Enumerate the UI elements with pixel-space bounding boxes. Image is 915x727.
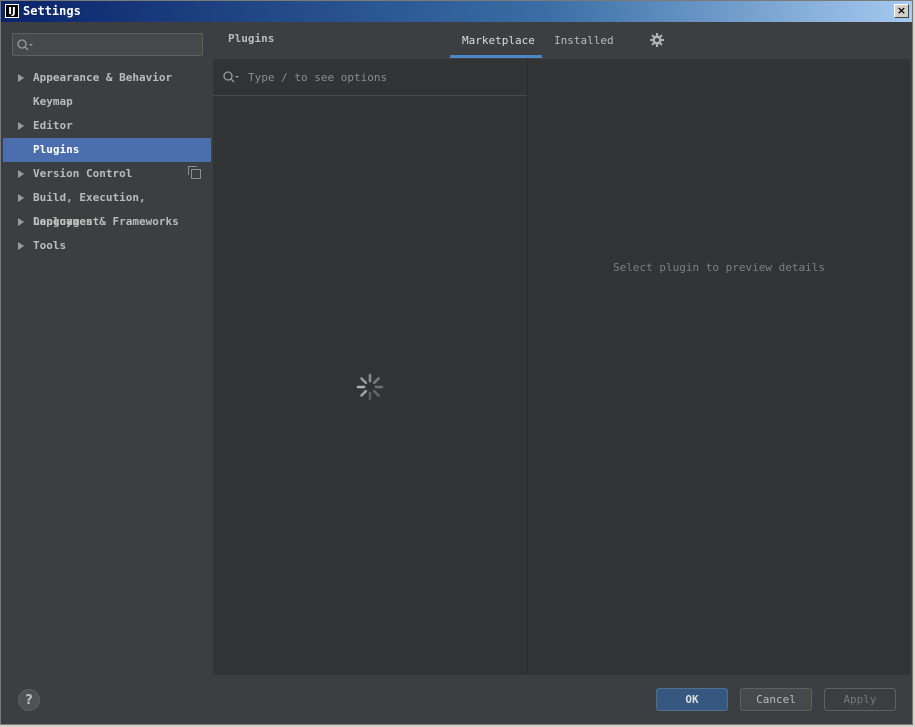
settings-sidebar: Appearance & Behavior Keymap Editor Plug… bbox=[3, 24, 211, 675]
plugin-detail-panel: Select plugin to preview details bbox=[528, 59, 910, 675]
sidebar-item-label: Keymap bbox=[33, 95, 73, 108]
sidebar-item-plugins[interactable]: Plugins bbox=[3, 138, 211, 162]
dialog-footer: ? OK Cancel Apply bbox=[3, 675, 910, 722]
sidebar-item-label: Languages & Frameworks bbox=[33, 215, 179, 228]
plugins-header: Plugins Marketplace Installed bbox=[213, 24, 910, 60]
sidebar-item-languages-frameworks[interactable]: Languages & Frameworks bbox=[3, 210, 211, 234]
page-title: Plugins bbox=[228, 32, 275, 45]
gear-icon[interactable] bbox=[650, 33, 664, 47]
sidebar-item-label: Tools bbox=[33, 239, 67, 252]
sidebar-item-appearance-behavior[interactable]: Appearance & Behavior bbox=[3, 66, 211, 90]
plugin-search-input[interactable]: Type / to see options bbox=[213, 59, 527, 96]
tab-marketplace[interactable]: Marketplace bbox=[462, 34, 535, 47]
close-button[interactable]: × bbox=[894, 4, 909, 18]
window-title: Settings bbox=[23, 4, 81, 18]
expand-arrow-icon[interactable] bbox=[18, 170, 24, 178]
expand-arrow-icon[interactable] bbox=[18, 218, 24, 226]
sidebar-item-label: Editor bbox=[33, 119, 73, 132]
sidebar-item-build-execution-deployment[interactable]: Build, Execution, Deployment bbox=[3, 186, 211, 228]
plugins-page: Plugins Marketplace Installed Type / to … bbox=[213, 24, 910, 675]
expand-arrow-icon[interactable] bbox=[18, 194, 24, 202]
search-icon bbox=[17, 39, 33, 51]
settings-tree: Appearance & Behavior Keymap Editor Plug… bbox=[3, 66, 211, 258]
expand-arrow-icon[interactable] bbox=[18, 122, 24, 130]
sidebar-search-input[interactable] bbox=[12, 33, 203, 56]
expand-arrow-icon[interactable] bbox=[18, 74, 24, 82]
title-bar[interactable]: IJ Settings × bbox=[1, 1, 912, 22]
sidebar-item-tools[interactable]: Tools bbox=[3, 234, 211, 258]
plugin-list-panel: Type / to see options bbox=[213, 59, 528, 675]
ok-button[interactable]: OK bbox=[656, 688, 728, 711]
empty-detail-message: Select plugin to preview details bbox=[613, 261, 825, 274]
apply-button[interactable]: Apply bbox=[824, 688, 896, 711]
project-scope-icon bbox=[188, 166, 201, 179]
sidebar-item-label: Appearance & Behavior bbox=[33, 71, 173, 84]
sidebar-item-keymap[interactable]: Keymap bbox=[3, 90, 211, 114]
search-icon bbox=[223, 71, 239, 83]
active-tab-indicator bbox=[450, 55, 542, 58]
help-button[interactable]: ? bbox=[18, 689, 40, 711]
loading-spinner-icon bbox=[356, 373, 384, 401]
intellij-app-icon: IJ bbox=[5, 4, 19, 18]
tab-installed[interactable]: Installed bbox=[554, 34, 614, 47]
sidebar-item-editor[interactable]: Editor bbox=[3, 114, 211, 138]
search-placeholder: Type / to see options bbox=[248, 71, 388, 84]
cancel-button[interactable]: Cancel bbox=[740, 688, 812, 711]
sidebar-item-version-control[interactable]: Version Control bbox=[3, 162, 211, 186]
sidebar-item-label: Version Control bbox=[33, 167, 133, 180]
sidebar-item-label: Plugins bbox=[33, 143, 80, 156]
expand-arrow-icon[interactable] bbox=[18, 242, 24, 250]
